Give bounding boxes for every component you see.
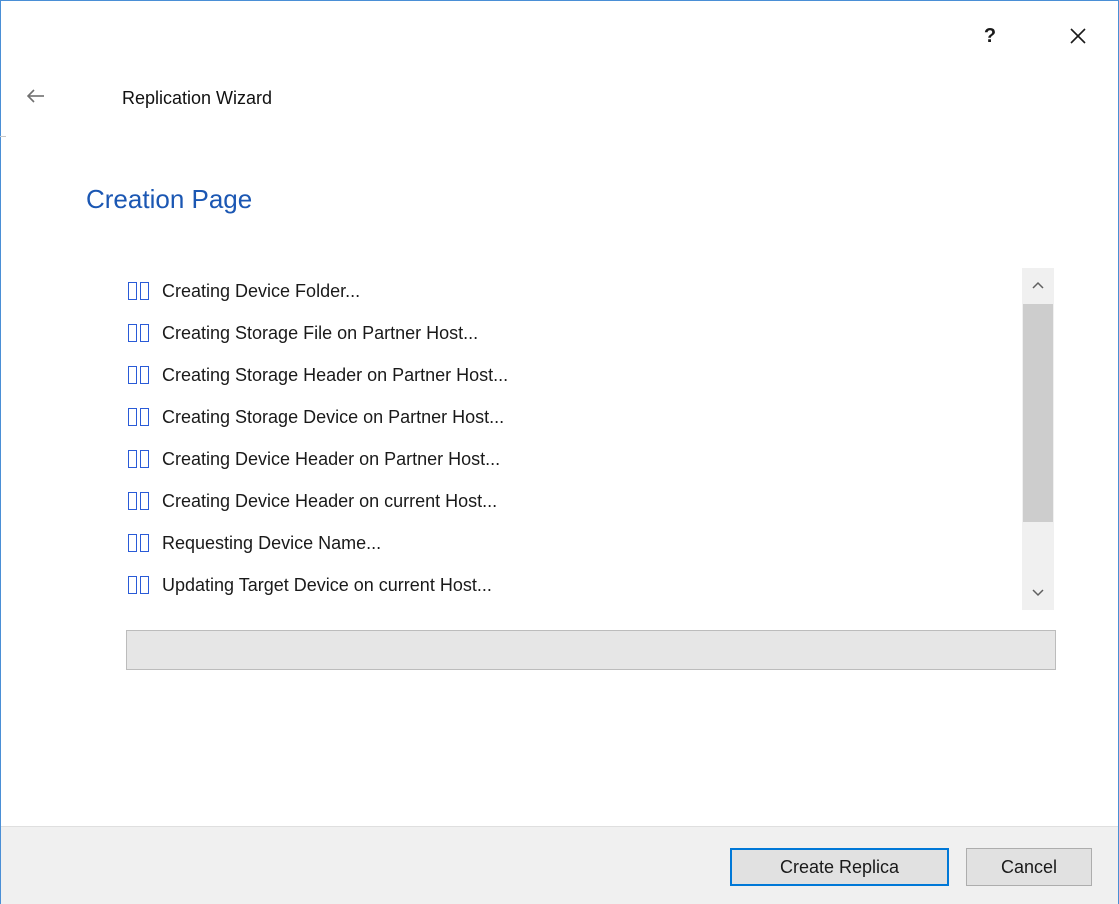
missing-glyph-icon: [128, 282, 152, 300]
missing-glyph-icon: [128, 324, 152, 342]
close-button[interactable]: [1058, 20, 1098, 52]
log-item-text: Updating Target Device on current Host..…: [162, 574, 492, 595]
window-border-top: [0, 0, 1119, 1]
log-item-text: Requesting Device Name...: [162, 532, 382, 553]
log-scrollbar[interactable]: [1022, 268, 1054, 610]
missing-glyph-icon: [128, 366, 152, 384]
cancel-button[interactable]: Cancel: [966, 848, 1092, 886]
missing-glyph-icon: [128, 408, 152, 426]
help-label: ?: [983, 24, 997, 47]
missing-glyph-icon: [128, 492, 152, 510]
log-item: Creating Device Header on current Host..…: [120, 486, 497, 516]
log-item: Creating Device Folder...: [120, 276, 360, 306]
log-item: Creating Storage Header on Partner Host.…: [120, 360, 508, 390]
log-item: Creating Storage Device on Partner Host.…: [120, 402, 504, 432]
log-item-text: Creating Device Folder...: [162, 280, 361, 301]
log-item: Creating Device Header on Partner Host..…: [120, 444, 500, 474]
scroll-down-button[interactable]: [1022, 576, 1054, 610]
create-replica-button[interactable]: Create Replica: [730, 848, 949, 886]
log-item: Creating Storage File on Partner Host...: [120, 318, 478, 348]
log-item: Updating Target Device on current Host..…: [120, 570, 492, 600]
creation-progress-bar: [126, 630, 1056, 670]
back-button[interactable]: [18, 80, 54, 112]
chevron-up-icon: [1032, 281, 1044, 289]
status-log-list: Creating Device Folder... Creating Stora…: [120, 268, 1020, 610]
help-button[interactable]: ?: [970, 20, 1010, 52]
page-title: Creation Page: [86, 184, 253, 214]
missing-glyph-icon: [128, 450, 152, 468]
log-item-text: Creating Device Header on current Host..…: [162, 490, 498, 511]
log-item-text: Creating Storage File on Partner Host...: [162, 322, 479, 343]
back-arrow-icon: [27, 89, 44, 103]
log-item-text: Creating Device Header on Partner Host..…: [162, 448, 501, 469]
wizard-footer: Create Replica Cancel: [1, 826, 1118, 904]
log-item-text: Creating Storage Device on Partner Host.…: [162, 406, 505, 427]
wizard-window: ? Replication Wizard Creation Page Creat…: [0, 0, 1119, 904]
close-icon: [1070, 28, 1086, 44]
log-item: Requesting Device Name...: [120, 528, 381, 558]
chevron-down-icon: [1032, 589, 1044, 597]
missing-glyph-icon: [128, 576, 152, 594]
scroll-thumb[interactable]: [1023, 304, 1053, 522]
missing-glyph-icon: [128, 534, 152, 552]
divider-tick: [0, 136, 6, 137]
wizard-title: Replication Wizard: [122, 88, 273, 108]
log-item-text: Creating Storage Header on Partner Host.…: [162, 364, 509, 385]
scroll-up-button[interactable]: [1022, 268, 1054, 302]
